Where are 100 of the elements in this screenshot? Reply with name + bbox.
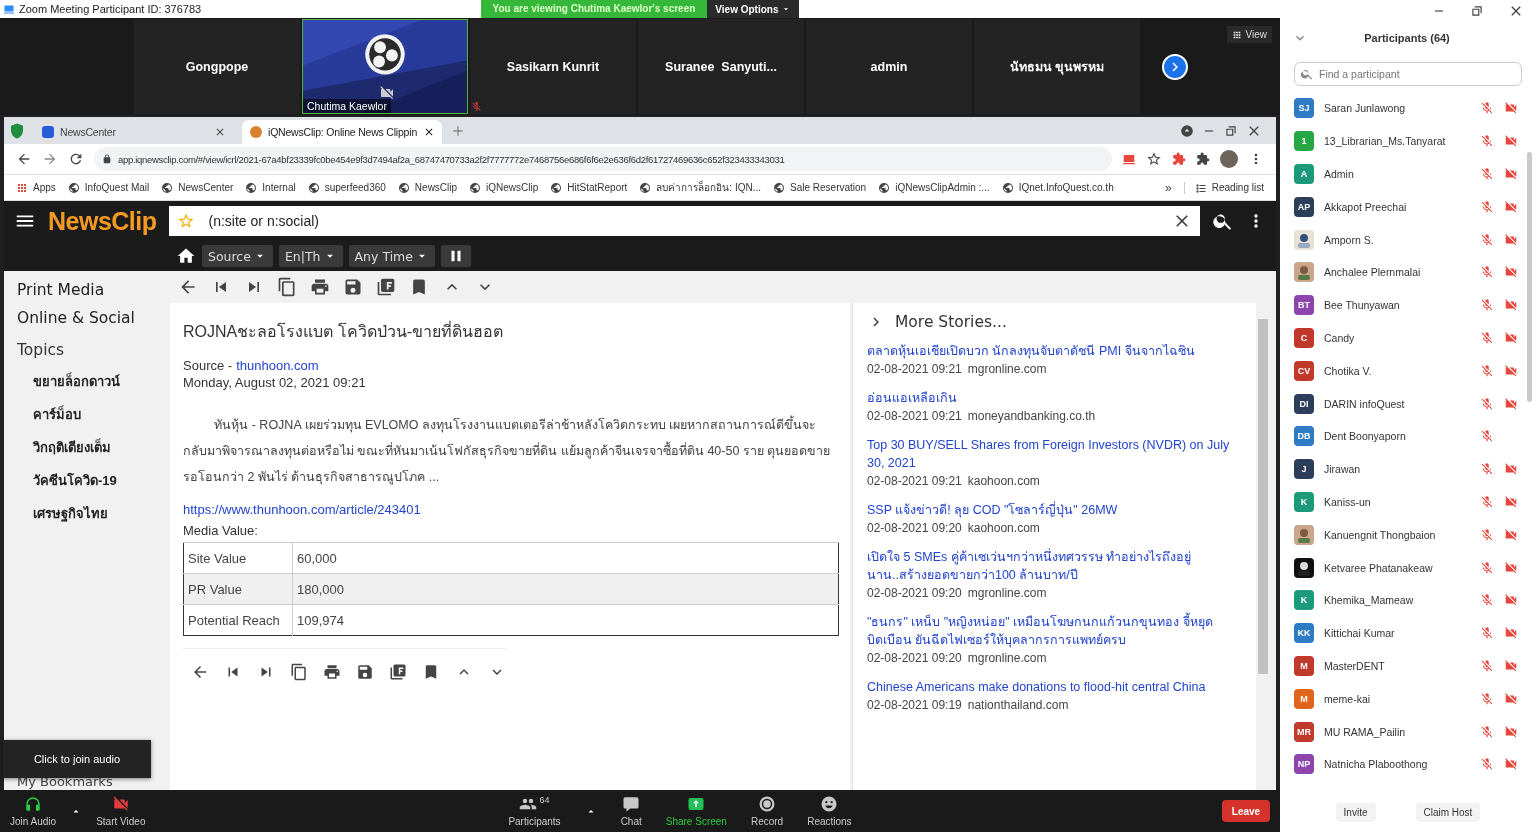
- participant-row[interactable]: NP Natnicha Plaboothong: [1294, 747, 1518, 781]
- join-audio-button[interactable]: Join Audio: [10, 795, 57, 827]
- participant-row[interactable]: M meme-kai: [1294, 682, 1518, 716]
- view-options-button[interactable]: View Options: [707, 0, 800, 18]
- star-icon[interactable]: [176, 212, 195, 230]
- bookmark-link[interactable]: InfoQuest Mail: [67, 181, 150, 194]
- copy-icon[interactable]: [290, 663, 308, 681]
- filter-dropdown[interactable]: Any Time: [348, 245, 435, 267]
- participant-row[interactable]: 1 13_Librarian_Ms.Tanyarat: [1294, 124, 1518, 158]
- reading-list-button[interactable]: Reading list: [1183, 181, 1264, 194]
- pdf-icon[interactable]: [376, 277, 396, 297]
- participant-row[interactable]: KK Kittichai Kumar: [1294, 616, 1518, 650]
- participant-row[interactable]: Amporn S.: [1294, 223, 1518, 256]
- bookmark-link[interactable]: Sale Reservation: [773, 181, 867, 194]
- participant-row[interactable]: DB Dent Boonyaporn: [1294, 419, 1518, 453]
- back-arrow-icon[interactable]: [16, 151, 32, 167]
- participant-row[interactable]: MR MU RAMA_Pailin: [1294, 715, 1518, 748]
- participant-row[interactable]: K Khemika_Mameaw: [1294, 583, 1518, 617]
- share-screen-button[interactable]: Share Screen: [665, 795, 727, 827]
- next-page-button[interactable]: [1162, 53, 1188, 80]
- participant-row[interactable]: SJ Saran Junlawong: [1294, 92, 1518, 125]
- reload-icon[interactable]: [68, 151, 84, 167]
- more-bookmarks-button[interactable]: »: [1165, 180, 1172, 195]
- restore-icon[interactable]: [1224, 123, 1238, 138]
- participant-row[interactable]: C Candy: [1294, 321, 1518, 355]
- story-link[interactable]: ตลาดหุ้นเอเชียเปิดบวก นักลงทุนจับตาดัชนี PMI จีนจากไฉซิน: [867, 342, 1250, 360]
- bookmark-link[interactable]: NewsCenter: [161, 181, 234, 194]
- participant-row[interactable]: Kanuengnit Thongbaion: [1294, 518, 1518, 552]
- participant-row[interactable]: A Admin: [1294, 157, 1518, 191]
- sidebar-section[interactable]: Online & Social: [17, 305, 170, 333]
- bookmark-link[interactable]: Apps: [16, 181, 56, 194]
- start-video-button[interactable]: Start Video: [96, 795, 146, 827]
- topic-link[interactable]: วิกฤติเตียงเต็ม: [17, 431, 170, 464]
- join-audio-tooltip[interactable]: Click to join audio: [3, 740, 151, 778]
- topic-link[interactable]: เศรษฐกิจไทย: [17, 497, 170, 530]
- extension-icon[interactable]: [1172, 152, 1186, 166]
- topic-link[interactable]: วัคซีนโควิด-19: [17, 464, 170, 497]
- bookmark-link[interactable]: superfeed360: [307, 181, 386, 194]
- reactions-button[interactable]: Reactions: [807, 795, 852, 827]
- participant-row[interactable]: BT Bee Thunyawan: [1294, 288, 1518, 322]
- story-link[interactable]: SSP แจ้งข่าวดี! ลุย COD "โซลาร์ญี่ปุ่น" 26MW: [867, 501, 1250, 519]
- blocked-icon[interactable]: [1122, 152, 1136, 166]
- search-field[interactable]: (n:site or n:social): [168, 206, 1200, 236]
- leave-button[interactable]: Leave: [1222, 800, 1270, 822]
- story-link[interactable]: อ่อนแอเหลือเกิน: [867, 389, 1250, 407]
- forward-arrow-icon[interactable]: [42, 151, 58, 167]
- scrollbar-thumb[interactable]: [1258, 319, 1268, 674]
- participant-row[interactable]: Ketvaree Phatanakeaw: [1294, 551, 1518, 584]
- source-link[interactable]: thunhoon.com: [236, 358, 319, 373]
- participant-row[interactable]: CV Chotika V.: [1294, 354, 1518, 388]
- print-icon[interactable]: [310, 277, 330, 297]
- bookmark-link[interactable]: Internal: [245, 181, 296, 194]
- bookmark-link[interactable]: NewsClip: [397, 181, 458, 194]
- participant-row[interactable]: J Jirawan: [1294, 452, 1518, 486]
- star-icon[interactable]: [1146, 151, 1162, 167]
- sidebar-section[interactable]: Print Media: [17, 277, 170, 305]
- bookmark-link[interactable]: IQnet.InfoQuest.co.th: [1001, 181, 1114, 194]
- copy-icon[interactable]: [277, 277, 297, 297]
- save-icon[interactable]: [343, 277, 363, 297]
- logo[interactable]: NewsClip: [48, 206, 157, 236]
- restore-icon[interactable]: [1470, 4, 1484, 18]
- panel-button[interactable]: Claim Host: [1415, 802, 1481, 822]
- address-bar[interactable]: app.iqnewsclip.com/#/view/icrl/2021-67a4bf23339fc0be454e9f3d7494af2a_68747470733a2f2f7777772e7468756e686f6f6e2e636f6d2f61727469636c652f323433343031: [94, 147, 1112, 171]
- bookmark-link[interactable]: ลบค่าการล็อกอิน: IQN...: [639, 180, 761, 195]
- story-link[interactable]: Top 30 BUY/SELL Shares from Foreign Investors (NVDR) on July 30, 2021: [867, 436, 1250, 472]
- search-field[interactable]: Find a participant: [1294, 62, 1522, 86]
- extensions-icon[interactable]: [1196, 152, 1210, 166]
- filter-dropdown[interactable]: En|Th: [278, 245, 343, 267]
- participants-button[interactable]: 64 Participants: [508, 795, 561, 827]
- close-icon[interactable]: [214, 126, 226, 138]
- pause-button[interactable]: [440, 245, 471, 267]
- topic-link[interactable]: คาร์ม็อบ: [17, 398, 170, 431]
- scrollbar-thumb[interactable]: [1527, 152, 1532, 402]
- participant-row[interactable]: K Kaniss-un: [1294, 485, 1518, 519]
- media-icon[interactable]: [1180, 123, 1194, 138]
- save-icon[interactable]: [356, 663, 374, 681]
- topic-link[interactable]: ขยายล็อกดาวน์: [17, 365, 170, 398]
- story-link[interactable]: "ธนกร" เหน็บ "หญิงหน่อย" เหมือนโฆษกนกแก้วนกขุนทอง จี้หยุดบิดเบือน ยันฉีดไฟเซอร์ให้บุคลากรการแพทย์ครบ: [867, 613, 1250, 649]
- more-stories-heading[interactable]: More Stories...: [895, 313, 1007, 331]
- participant-row[interactable]: Anchalee Plernmalai: [1294, 256, 1518, 289]
- browser-tab[interactable]: iQNewsClip: Online News Clippin: [242, 120, 442, 144]
- participant-row[interactable]: M MasterDENT: [1294, 649, 1518, 683]
- filter-dropdown[interactable]: Source: [202, 245, 273, 267]
- story-link[interactable]: เปิดใจ 5 SMEs คู่ค้าเซเว่นฯกว่าหนึ่งทศวรรษ ทำอย่างไรถึงอยู่นาน..สร้างยอดขายกว่า100 ล้านบาท/ปี: [867, 548, 1250, 584]
- print-icon[interactable]: [323, 663, 341, 681]
- article-link[interactable]: https://www.thunhoon.com/article/243401: [183, 502, 421, 517]
- chat-button[interactable]: Chat: [620, 795, 642, 827]
- bookmark-link[interactable]: iQNewsClipAdmin :...: [878, 181, 990, 194]
- pdf-icon[interactable]: [389, 663, 407, 681]
- profile-avatar[interactable]: [1220, 150, 1238, 168]
- participant-row[interactable]: AP Akkapot Preechai: [1294, 190, 1518, 224]
- panel-button[interactable]: Invite: [1335, 802, 1376, 822]
- browser-tab[interactable]: NewsCenter: [34, 120, 234, 144]
- story-link[interactable]: Chinese Americans make donations to flood-hit central China: [867, 678, 1250, 696]
- record-button[interactable]: Record: [750, 795, 784, 827]
- bookmark-link[interactable]: iQNewsClip: [469, 181, 539, 194]
- bookmark-link[interactable]: HitStatReport: [550, 181, 628, 194]
- view-button[interactable]: View: [1226, 26, 1272, 43]
- home-icon[interactable]: [176, 246, 196, 266]
- participant-row[interactable]: DI DARIN infoQuest: [1294, 387, 1518, 420]
